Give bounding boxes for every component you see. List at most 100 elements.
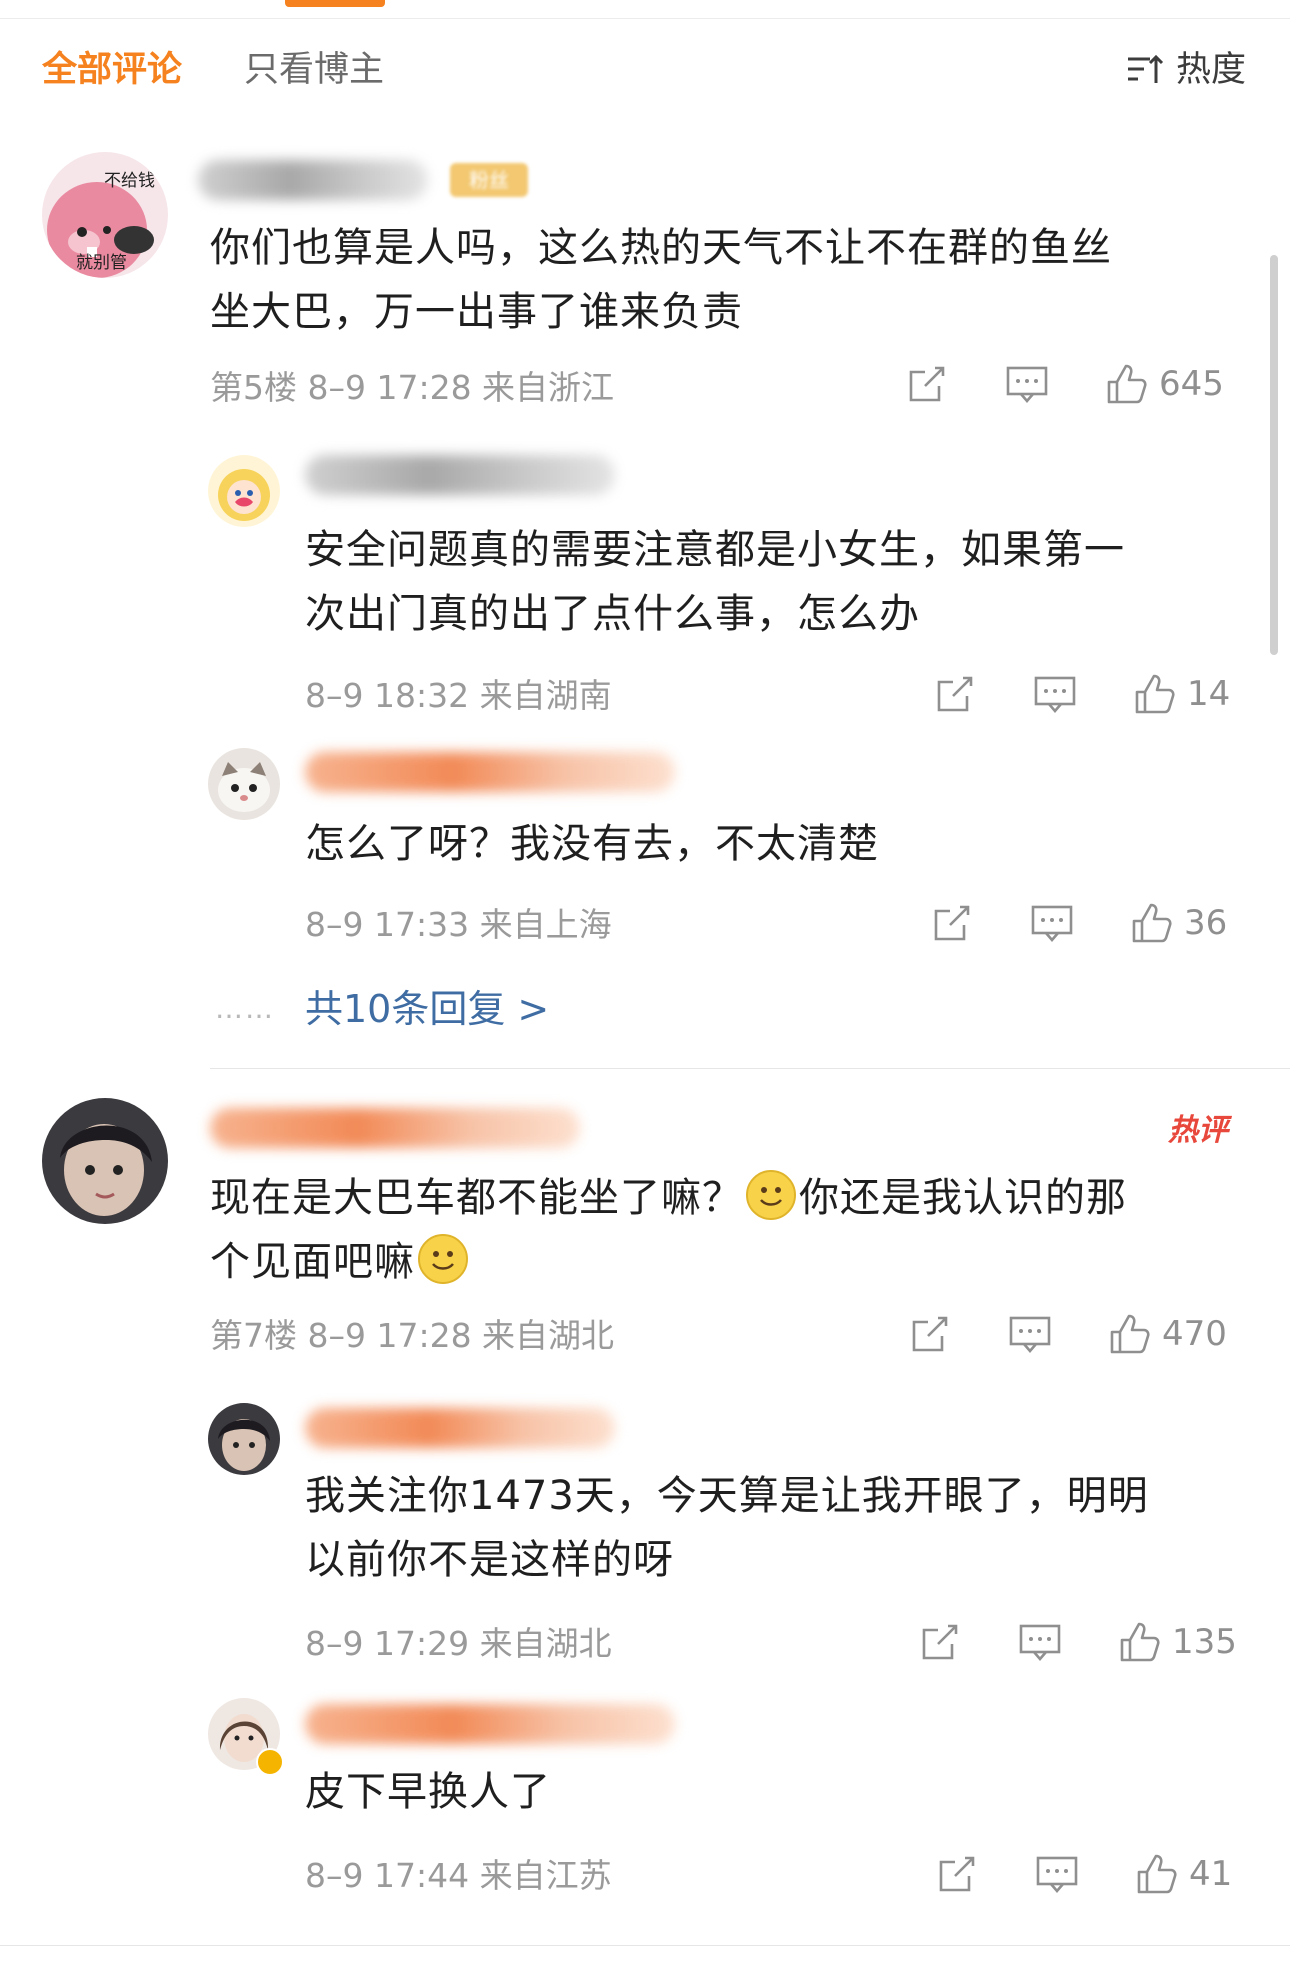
reply-button[interactable] bbox=[1005, 362, 1049, 406]
like-button[interactable]: 135 bbox=[1118, 1620, 1237, 1664]
comment-line: 皮下早换人了 bbox=[305, 1769, 551, 1815]
comment-divider bbox=[210, 1068, 1290, 1069]
top-accent-bar bbox=[285, 0, 385, 7]
sort-by-heat-button[interactable]: 热度 bbox=[1126, 48, 1246, 92]
avatar[interactable]: 不给钱 就别管 bbox=[42, 152, 168, 278]
reply-button[interactable] bbox=[1018, 1620, 1062, 1664]
reply-actions: 36 bbox=[930, 901, 1227, 945]
tab-all-comments[interactable]: 全部评论 bbox=[42, 48, 182, 92]
like-count: 36 bbox=[1184, 903, 1228, 943]
like-count: 41 bbox=[1189, 1854, 1233, 1894]
like-count: 14 bbox=[1187, 674, 1231, 714]
reply-meta: 8–9 17:44 来自江苏 bbox=[305, 1856, 612, 1895]
comment-icon bbox=[1009, 1316, 1051, 1353]
comment-icon bbox=[1006, 366, 1048, 403]
thumbs-up-icon bbox=[1107, 364, 1147, 404]
smile-emoji-icon bbox=[746, 1170, 796, 1220]
like-button[interactable]: 470 bbox=[1108, 1312, 1227, 1356]
reply-text: 怎么了呀？我没有去，不太清楚 bbox=[305, 812, 879, 876]
comment-line: 以前你不是这样的呀 bbox=[305, 1537, 674, 1583]
avatar[interactable] bbox=[208, 748, 280, 820]
reply-text: 安全问题真的需要注意都是小女生，如果第一 次出门真的出了点什么事，怎么办 bbox=[305, 518, 1125, 646]
fan-badge: 粉丝 bbox=[450, 163, 528, 197]
like-button[interactable]: 41 bbox=[1135, 1852, 1232, 1896]
username-redacted[interactable] bbox=[198, 160, 428, 200]
sort-icon bbox=[1127, 54, 1164, 83]
comment-text: 现在是大巴车都不能坐了嘛？ 你还是我认识的那 个见面吧嘛 bbox=[210, 1166, 1127, 1294]
comment-meta: 第7楼 8–9 17:28 来自湖北 bbox=[210, 1316, 615, 1355]
reply-button[interactable] bbox=[1008, 1312, 1052, 1356]
cat-avatar-image bbox=[208, 748, 280, 820]
scrollbar[interactable] bbox=[1270, 255, 1278, 655]
comment-segment: 你还是我认识的那 bbox=[799, 1175, 1127, 1221]
share-button[interactable] bbox=[935, 1852, 979, 1896]
comment-line: 我关注你1473天，今天算是让我开眼了，明明 bbox=[305, 1473, 1149, 1519]
comment-line: 次出门真的出了点什么事，怎么办 bbox=[305, 591, 920, 637]
reply-actions: 41 bbox=[935, 1852, 1232, 1896]
reply-button[interactable] bbox=[1033, 672, 1077, 716]
comment-icon bbox=[1034, 676, 1076, 713]
reply-actions: 135 bbox=[918, 1620, 1237, 1664]
avatar-text: 就别管 bbox=[76, 253, 127, 273]
like-button[interactable]: 14 bbox=[1133, 672, 1230, 716]
comment-line: 坐大巴，万一出事了谁来负责 bbox=[210, 289, 743, 335]
reply-button[interactable] bbox=[1030, 901, 1074, 945]
comment-text: 你们也算是人吗，这么热的天气不让不在群的鱼丝 坐大巴，万一出事了谁来负责 bbox=[210, 216, 1112, 344]
girl-avatar-image bbox=[42, 1098, 168, 1224]
beaver-avatar-image: 不给钱 就别管 bbox=[42, 152, 168, 278]
avatar[interactable] bbox=[208, 1403, 280, 1475]
comment-line: 现在是大巴车都不能坐了嘛？ 你还是我认识的那 bbox=[210, 1166, 1127, 1230]
sort-label: 热度 bbox=[1175, 50, 1246, 90]
share-icon bbox=[934, 905, 970, 941]
share-button[interactable] bbox=[930, 901, 974, 945]
share-button[interactable] bbox=[918, 1620, 962, 1664]
username-redacted[interactable] bbox=[305, 455, 615, 495]
reply-meta: 8–9 18:32 来自湖南 bbox=[305, 676, 612, 715]
reply-button[interactable] bbox=[1035, 1852, 1079, 1896]
reply-text: 我关注你1473天，今天算是让我开眼了，明明 以前你不是这样的呀 bbox=[305, 1464, 1149, 1592]
bottom-divider bbox=[0, 1945, 1290, 1946]
share-button[interactable] bbox=[908, 1312, 952, 1356]
reply-actions: 14 bbox=[933, 672, 1230, 716]
reply-text: 皮下早换人了 bbox=[305, 1760, 551, 1824]
like-button[interactable]: 36 bbox=[1130, 901, 1227, 945]
view-all-replies-link[interactable]: 共10条回复 > bbox=[305, 986, 549, 1032]
username-redacted[interactable] bbox=[305, 752, 675, 792]
thumbs-up-icon bbox=[1137, 1854, 1177, 1894]
share-icon bbox=[939, 1856, 975, 1892]
comment-line: 个见面吧嘛 bbox=[210, 1230, 1127, 1294]
username-redacted[interactable] bbox=[210, 1108, 580, 1148]
username-redacted[interactable] bbox=[305, 1408, 615, 1448]
reply-meta: 8–9 17:33 来自上海 bbox=[305, 905, 612, 944]
avatar[interactable] bbox=[208, 455, 280, 527]
username-redacted[interactable] bbox=[305, 1704, 675, 1744]
like-count: 645 bbox=[1159, 364, 1224, 404]
anime-avatar-image bbox=[208, 455, 280, 527]
comment-icon bbox=[1019, 1624, 1061, 1661]
thumbs-up-icon bbox=[1132, 903, 1172, 943]
comment-line: 你们也算是人吗，这么热的天气不让不在群的鱼丝 bbox=[210, 225, 1112, 271]
reply-meta: 8–9 17:29 来自湖北 bbox=[305, 1624, 612, 1663]
comment-meta: 第5楼 8–9 17:28 来自浙江 bbox=[210, 368, 615, 407]
share-button[interactable] bbox=[905, 362, 949, 406]
like-button[interactable]: 645 bbox=[1105, 362, 1224, 406]
share-button[interactable] bbox=[933, 672, 977, 716]
share-icon bbox=[912, 1316, 948, 1352]
comment-icon bbox=[1031, 905, 1073, 942]
top-divider bbox=[0, 18, 1290, 19]
comment-actions: 470 bbox=[908, 1312, 1227, 1356]
tab-owner-only[interactable]: 只看博主 bbox=[244, 48, 384, 92]
like-count: 470 bbox=[1162, 1314, 1227, 1354]
share-icon bbox=[909, 366, 945, 402]
comment-icon bbox=[1036, 1856, 1078, 1893]
comment-line: 怎么了呀？我没有去，不太清楚 bbox=[305, 821, 879, 867]
comment-line: 安全问题真的需要注意都是小女生，如果第一 bbox=[305, 527, 1125, 573]
comment-segment: 个见面吧嘛 bbox=[210, 1239, 415, 1285]
comment-actions: 645 bbox=[905, 362, 1224, 406]
smile-emoji-icon bbox=[418, 1234, 468, 1284]
hot-comment-tag: 热评 bbox=[1168, 1113, 1228, 1148]
girl-avatar-image bbox=[208, 1403, 280, 1475]
avatar[interactable] bbox=[42, 1098, 168, 1224]
verified-badge-icon bbox=[256, 1748, 284, 1776]
thumbs-up-icon bbox=[1110, 1314, 1150, 1354]
